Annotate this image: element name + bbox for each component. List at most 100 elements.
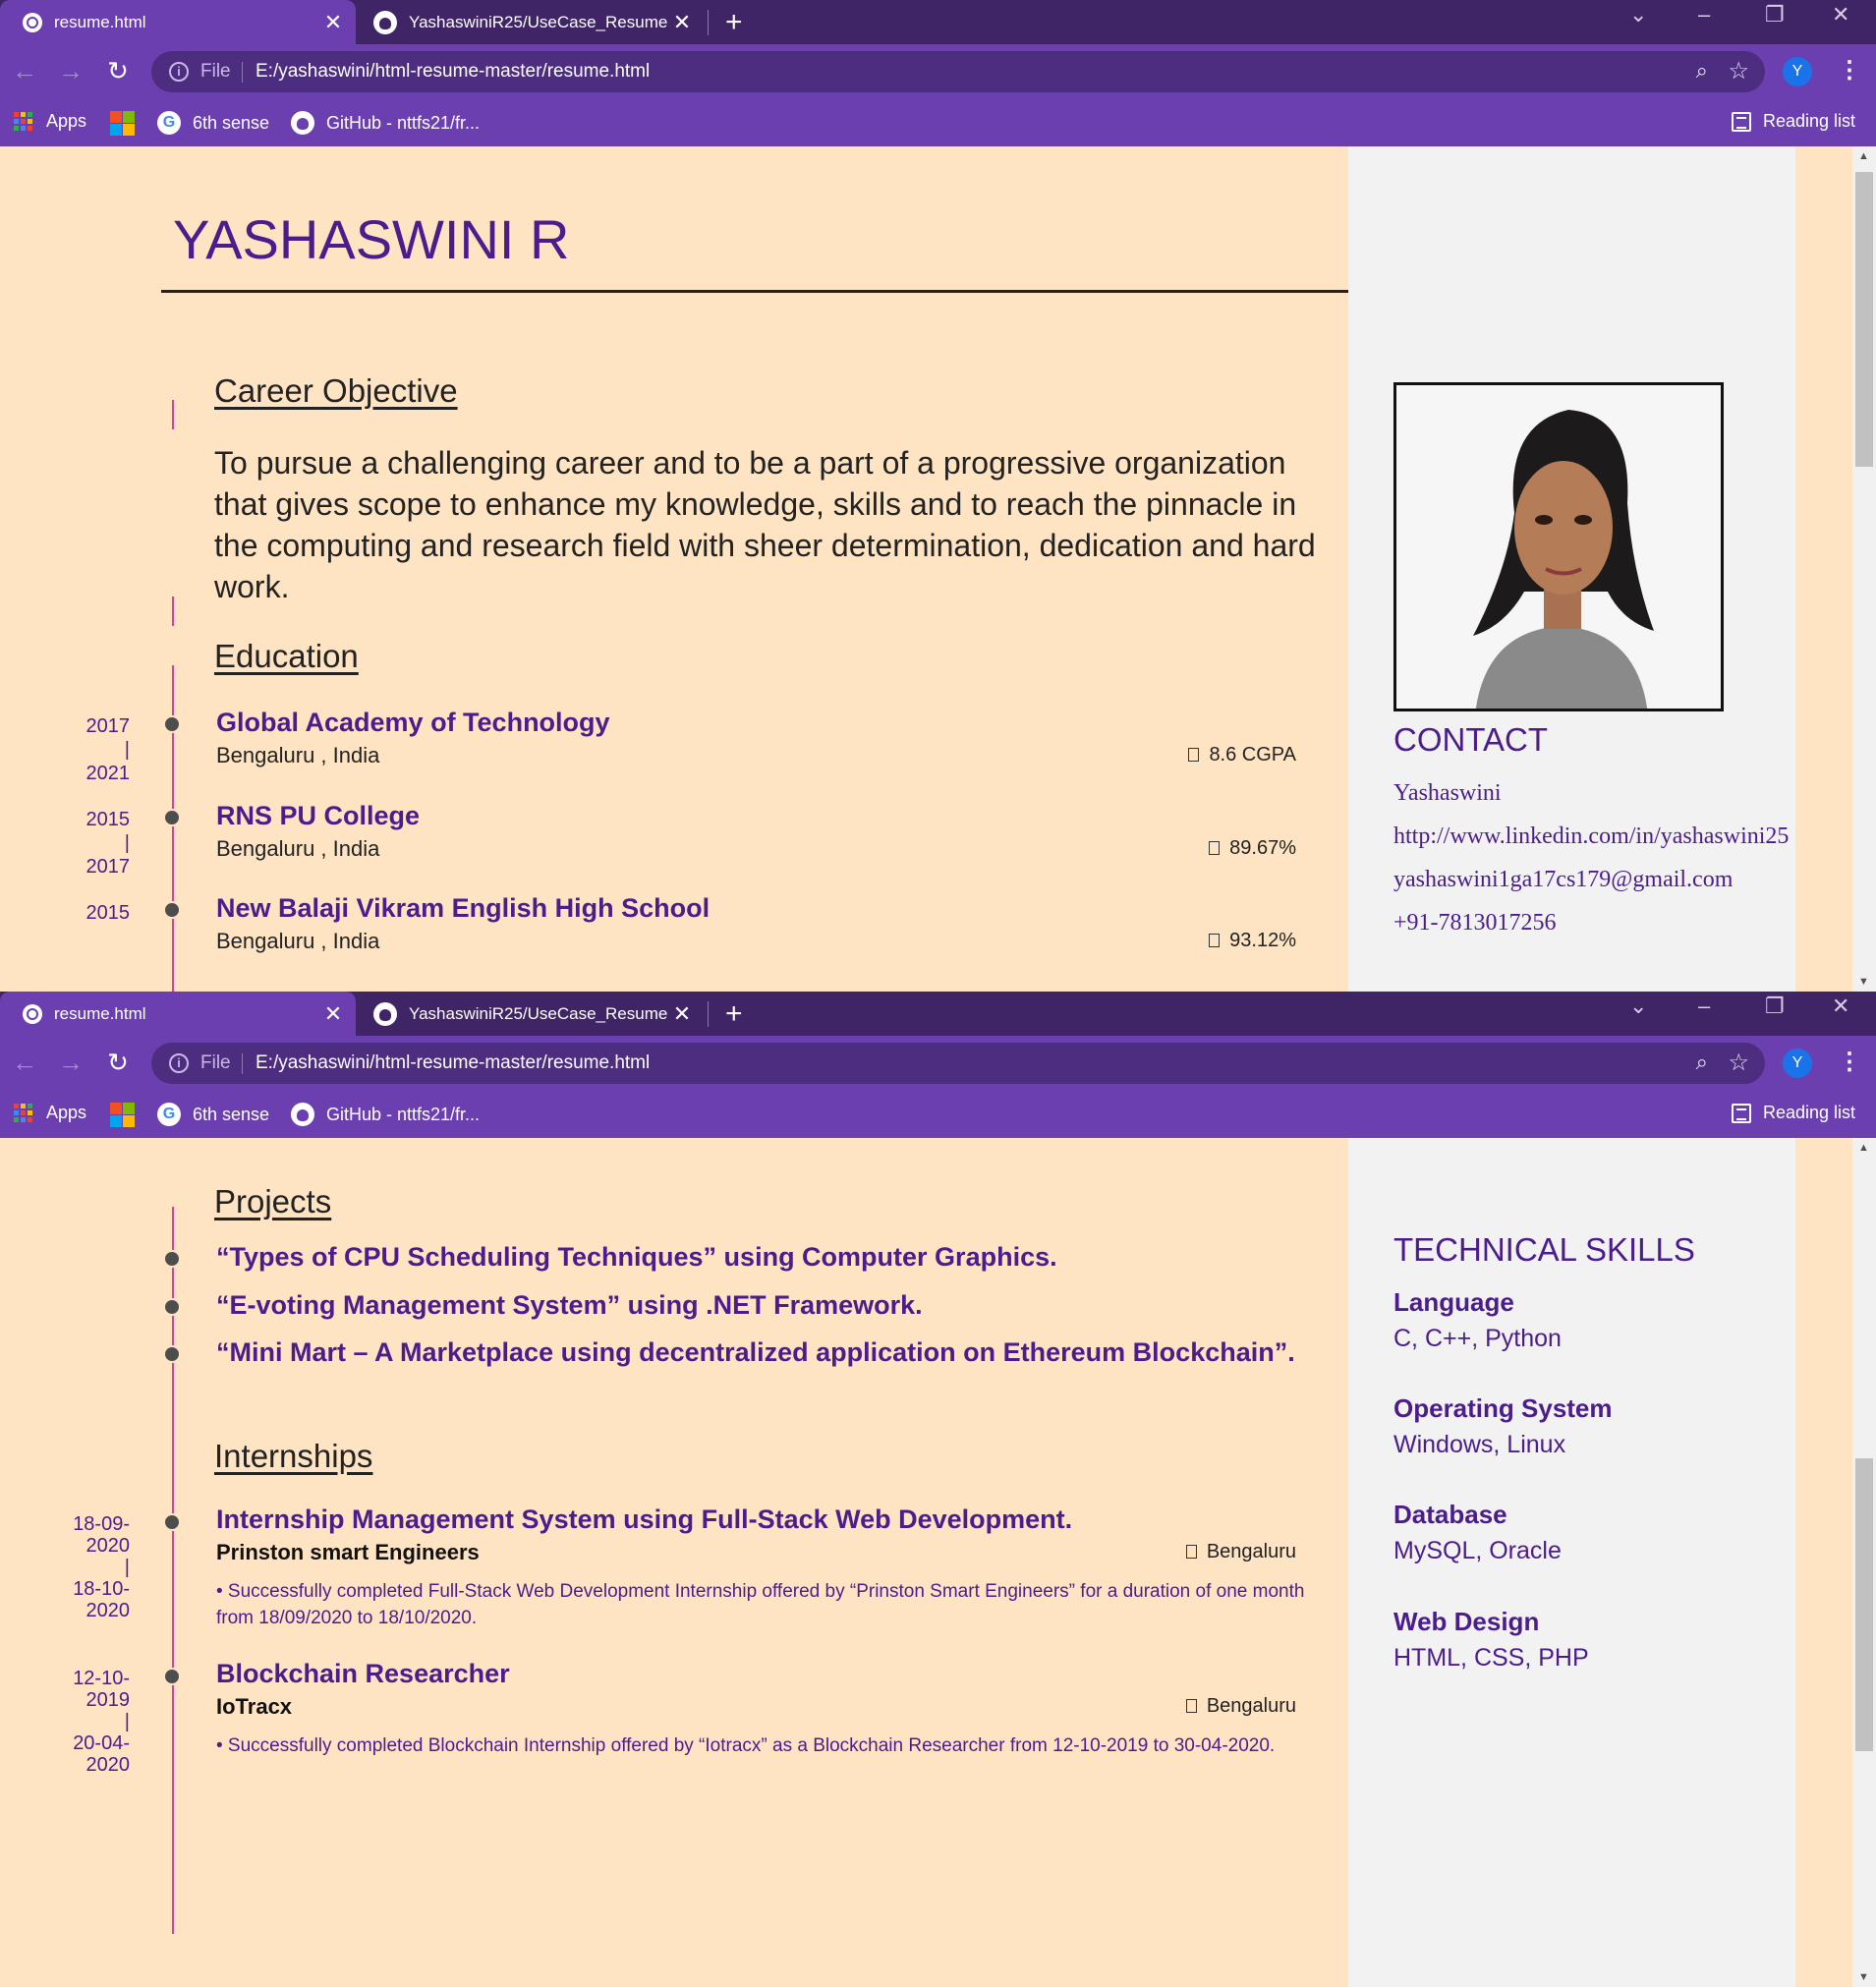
- browser-window-top: resume.html ✕ YashaswiniR25/UseCase_Resu…: [0, 0, 1876, 992]
- avatar[interactable]: Y: [1783, 1049, 1812, 1078]
- tab-resume[interactable]: resume.html ✕: [0, 0, 356, 44]
- minimize-icon[interactable]: –: [1698, 994, 1710, 1019]
- tab-resume[interactable]: resume.html ✕: [0, 992, 356, 1036]
- avatar[interactable]: Y: [1783, 57, 1812, 86]
- close-icon[interactable]: ✕: [318, 1001, 348, 1027]
- address-bar[interactable]: i File E:/yashaswini/html-resume-master/…: [151, 51, 1765, 92]
- back-icon[interactable]: ←: [8, 54, 41, 87]
- career-objective-text: To pursue a challenging career and to be…: [214, 445, 1316, 604]
- address-bar[interactable]: i File E:/yashaswini/html-resume-master/…: [151, 1043, 1765, 1084]
- bookmark-microsoft[interactable]: [110, 111, 135, 136]
- google-icon: G: [157, 1103, 181, 1126]
- bookmark-6th-sense[interactable]: G 6th sense: [157, 1103, 269, 1126]
- education-years: 2017 | 2021: [2, 714, 131, 785]
- section-career-objective: Career Objective: [214, 372, 458, 409]
- apps-icon: [14, 1104, 32, 1122]
- date-end: 18-10-: [73, 1578, 130, 1600]
- contact-phone: +91-7813017256: [1393, 910, 1557, 936]
- github-icon: [373, 1001, 397, 1026]
- contact-email-link[interactable]: yashaswini1ga17cs179@gmail.com: [1393, 867, 1733, 893]
- tab-separator: [708, 1001, 709, 1027]
- close-icon[interactable]: ✕: [667, 10, 697, 35]
- close-window-icon[interactable]: ✕: [1832, 2, 1849, 28]
- scroll-thumb[interactable]: [1855, 1458, 1873, 1751]
- chevron-down-icon[interactable]: ⌄: [1629, 994, 1647, 1019]
- reload-icon[interactable]: ↻: [101, 54, 135, 87]
- education-years: 2015 | 2017: [2, 808, 131, 879]
- scrollbar[interactable]: ▲ ▼: [1852, 1138, 1876, 1987]
- contact-heading: CONTACT: [1393, 721, 1549, 758]
- info-icon[interactable]: i: [169, 1053, 189, 1073]
- contact-linkedin-link[interactable]: http://www.linkedin.com/in/yashaswini25: [1393, 823, 1789, 850]
- internship-dates: 18-09- 2020 | 18-10- 2020: [2, 1513, 130, 1621]
- github-icon: [291, 1103, 314, 1126]
- kebab-icon[interactable]: ⋮: [1838, 1048, 1861, 1076]
- plus-icon[interactable]: +: [725, 997, 743, 1031]
- reading-list-button[interactable]: Reading list: [1732, 1103, 1855, 1123]
- restore-icon[interactable]: ❐: [1765, 994, 1785, 1019]
- bookmark-github[interactable]: GitHub - nttfs21/fr...: [291, 111, 480, 135]
- reading-list-icon: [1732, 1103, 1751, 1123]
- url-text[interactable]: E:/yashaswini/html-resume-master/resume.…: [256, 61, 650, 83]
- star-icon[interactable]: ☆: [1728, 1049, 1749, 1077]
- location-icon: [1185, 1545, 1197, 1559]
- internship-title: Blockchain Researcher: [216, 1659, 510, 1688]
- info-icon[interactable]: i: [169, 62, 189, 82]
- kebab-icon[interactable]: ⋮: [1838, 56, 1861, 85]
- url-text[interactable]: E:/yashaswini/html-resume-master/resume.…: [256, 1052, 650, 1074]
- timeline-dot: [163, 901, 181, 919]
- minimize-icon[interactable]: –: [1698, 2, 1710, 28]
- education-institution: New Balaji Vikram English High School: [216, 893, 711, 923]
- tab-github[interactable]: YashaswiniR25/UseCase_Resume ✕: [356, 992, 705, 1036]
- timeline-line: [172, 596, 174, 626]
- education-score: 8.6 CGPA: [1188, 744, 1296, 766]
- back-icon[interactable]: ←: [8, 1046, 41, 1079]
- forward-icon[interactable]: →: [54, 1046, 87, 1079]
- star-icon[interactable]: ☆: [1728, 57, 1749, 85]
- scroll-thumb[interactable]: [1855, 172, 1873, 467]
- forward-icon[interactable]: →: [54, 54, 87, 87]
- scroll-up-icon[interactable]: ▲: [1858, 150, 1869, 162]
- globe-icon: [23, 12, 42, 32]
- bookmark-6th-sense[interactable]: G 6th sense: [157, 111, 269, 135]
- timeline-dot: [163, 1345, 181, 1363]
- bookmark-apps[interactable]: Apps: [14, 111, 86, 132]
- globe-icon: [23, 1003, 42, 1024]
- url-scheme: File: [200, 61, 231, 82]
- plus-icon[interactable]: +: [725, 6, 743, 39]
- bookmark-apps[interactable]: Apps: [14, 1103, 86, 1123]
- close-icon[interactable]: ✕: [667, 1001, 697, 1027]
- zoom-icon[interactable]: ⌕: [1696, 58, 1708, 84]
- scrollbar[interactable]: ▲ ▼: [1852, 146, 1876, 992]
- scroll-up-icon[interactable]: ▲: [1858, 1142, 1869, 1154]
- year-end: 2021: [85, 763, 131, 784]
- tab-github[interactable]: YashaswiniR25/UseCase_Resume ✕: [356, 0, 705, 44]
- bookmark-label: Reading list: [1763, 1103, 1856, 1122]
- bookmark-microsoft[interactable]: [110, 1103, 135, 1127]
- bookmark-label: GitHub - nttfs21/fr...: [326, 1104, 481, 1124]
- reading-list-icon: [1732, 111, 1751, 132]
- scroll-down-icon[interactable]: ▼: [1858, 976, 1869, 988]
- year-start: 2015: [85, 809, 131, 830]
- internship-description: • Successfully completed Blockchain Inte…: [216, 1735, 1276, 1756]
- close-window-icon[interactable]: ✕: [1832, 994, 1849, 1019]
- bookmark-github[interactable]: GitHub - nttfs21/fr...: [291, 1103, 480, 1126]
- portrait-image: [1396, 385, 1721, 709]
- education-location: Bengaluru , India: [216, 836, 380, 861]
- restore-icon[interactable]: ❐: [1765, 2, 1785, 28]
- chevron-down-icon[interactable]: ⌄: [1629, 2, 1647, 28]
- zoom-icon[interactable]: ⌕: [1696, 1050, 1708, 1075]
- scroll-down-icon[interactable]: ▼: [1858, 1971, 1869, 1983]
- reload-icon[interactable]: ↻: [101, 1046, 135, 1079]
- date-end-year: 2020: [85, 1754, 131, 1776]
- close-icon[interactable]: ✕: [318, 10, 348, 35]
- page-viewport: ▲ ▼ YASHASWINI R Career Objective To pur…: [0, 146, 1876, 992]
- date-start-year: 2020: [85, 1535, 131, 1557]
- tab-label: YashaswiniR25/UseCase_Resume: [409, 1003, 667, 1023]
- date-separator: |: [124, 1711, 130, 1732]
- reading-list-button[interactable]: Reading list: [1732, 111, 1855, 132]
- technical-skills-heading: TECHNICAL SKILLS: [1393, 1231, 1695, 1268]
- tab-strip: resume.html ✕ YashaswiniR25/UseCase_Resu…: [0, 0, 1876, 44]
- divider: [242, 62, 243, 83]
- education-institution: RNS PU College: [216, 801, 421, 830]
